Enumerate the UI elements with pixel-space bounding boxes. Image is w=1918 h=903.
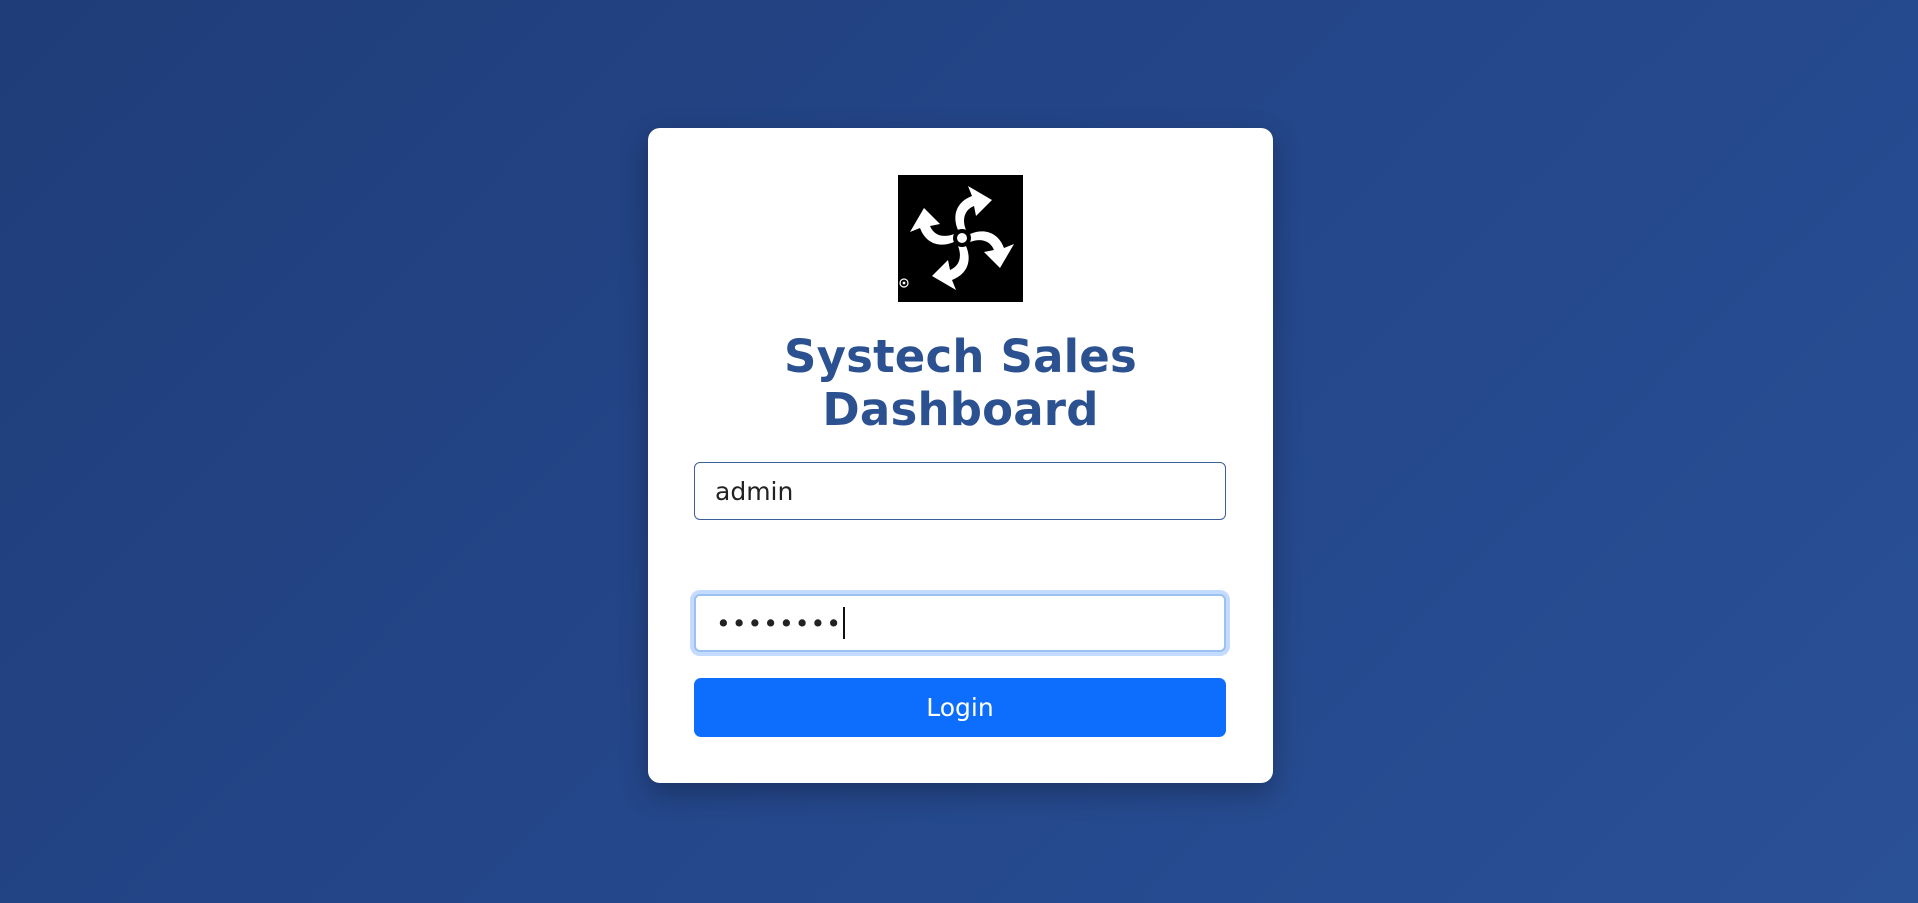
password-input[interactable]: ••••••••	[694, 594, 1226, 652]
page-title: Systech Sales Dashboard	[783, 330, 1138, 436]
username-input[interactable]: admin	[694, 462, 1226, 520]
login-button[interactable]: Login	[694, 678, 1226, 737]
login-card: Systech Sales Dashboard admin •••••••• L…	[648, 128, 1273, 783]
pinwheel-arrows-logo-icon	[898, 175, 1023, 302]
password-value: ••••••••	[716, 608, 842, 638]
text-caret	[842, 607, 845, 639]
company-logo	[898, 175, 1023, 302]
username-value: admin	[715, 476, 794, 506]
